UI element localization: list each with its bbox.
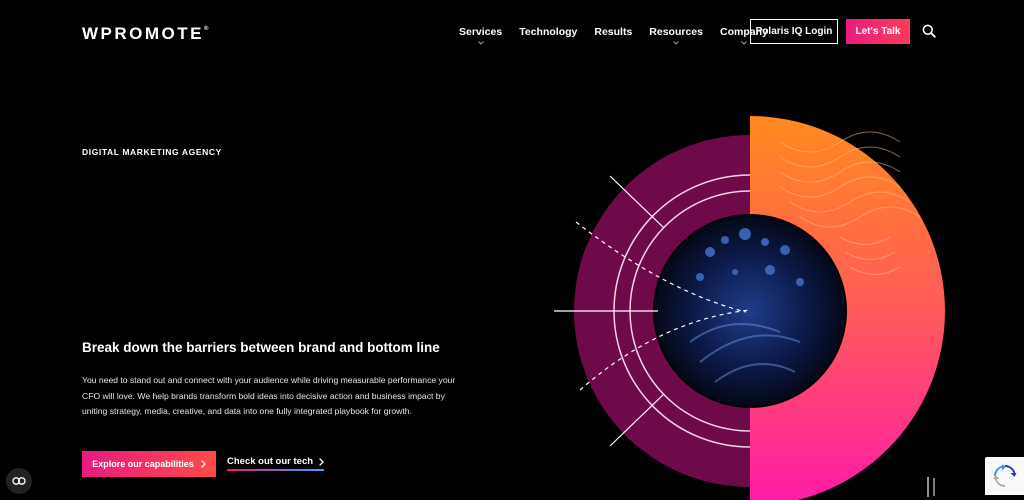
button-label: Explore our capabilities (92, 459, 194, 469)
check-out-tech-link[interactable]: Check out our tech (227, 456, 325, 471)
main-nav: Services Technology Results Resources Co… (459, 26, 785, 45)
lets-talk-button[interactable]: Let's Talk (846, 19, 910, 44)
link-label: Check out our tech (227, 456, 314, 467)
wpromote-logo[interactable]: WPROMOTE® (82, 24, 208, 44)
nav-item-services[interactable]: Services (459, 26, 503, 45)
hero-illustration (554, 116, 945, 500)
hero-headline: Break down the barriers between brand an… (82, 340, 440, 355)
logo-trademark: ® (204, 26, 209, 32)
pause-icon[interactable] (926, 478, 936, 496)
hero-body: You need to stand out and connect with y… (82, 375, 456, 416)
logo-text: WPROMOTE (82, 24, 204, 43)
chevron-right-icon (319, 457, 324, 466)
nav-item-label: Results (594, 26, 633, 38)
nav-item-label: Services (459, 26, 503, 38)
explore-capabilities-button[interactable]: Explore our capabilities (82, 451, 216, 477)
search-icon[interactable] (922, 24, 938, 40)
chevron-down-icon (741, 41, 747, 45)
nav-item-label: Resources (649, 26, 703, 38)
core-image (655, 216, 845, 406)
chevron-down-icon (673, 41, 679, 45)
nav-item-technology[interactable]: Technology (519, 26, 577, 38)
hero-eyebrow: DIGITAL MARKETING AGENCY (82, 147, 222, 157)
nav-item-resources[interactable]: Resources (649, 26, 703, 45)
recaptcha-icon[interactable] (985, 457, 1024, 495)
chevron-down-icon (477, 41, 484, 45)
nav-item-results[interactable]: Results (594, 26, 632, 38)
cookie-settings-icon[interactable] (6, 468, 32, 494)
link-underline (227, 469, 325, 471)
chevron-right-icon (200, 460, 206, 468)
polaris-login-button[interactable]: Polaris IQ Login (750, 19, 838, 44)
nav-item-label: Technology (519, 26, 578, 38)
